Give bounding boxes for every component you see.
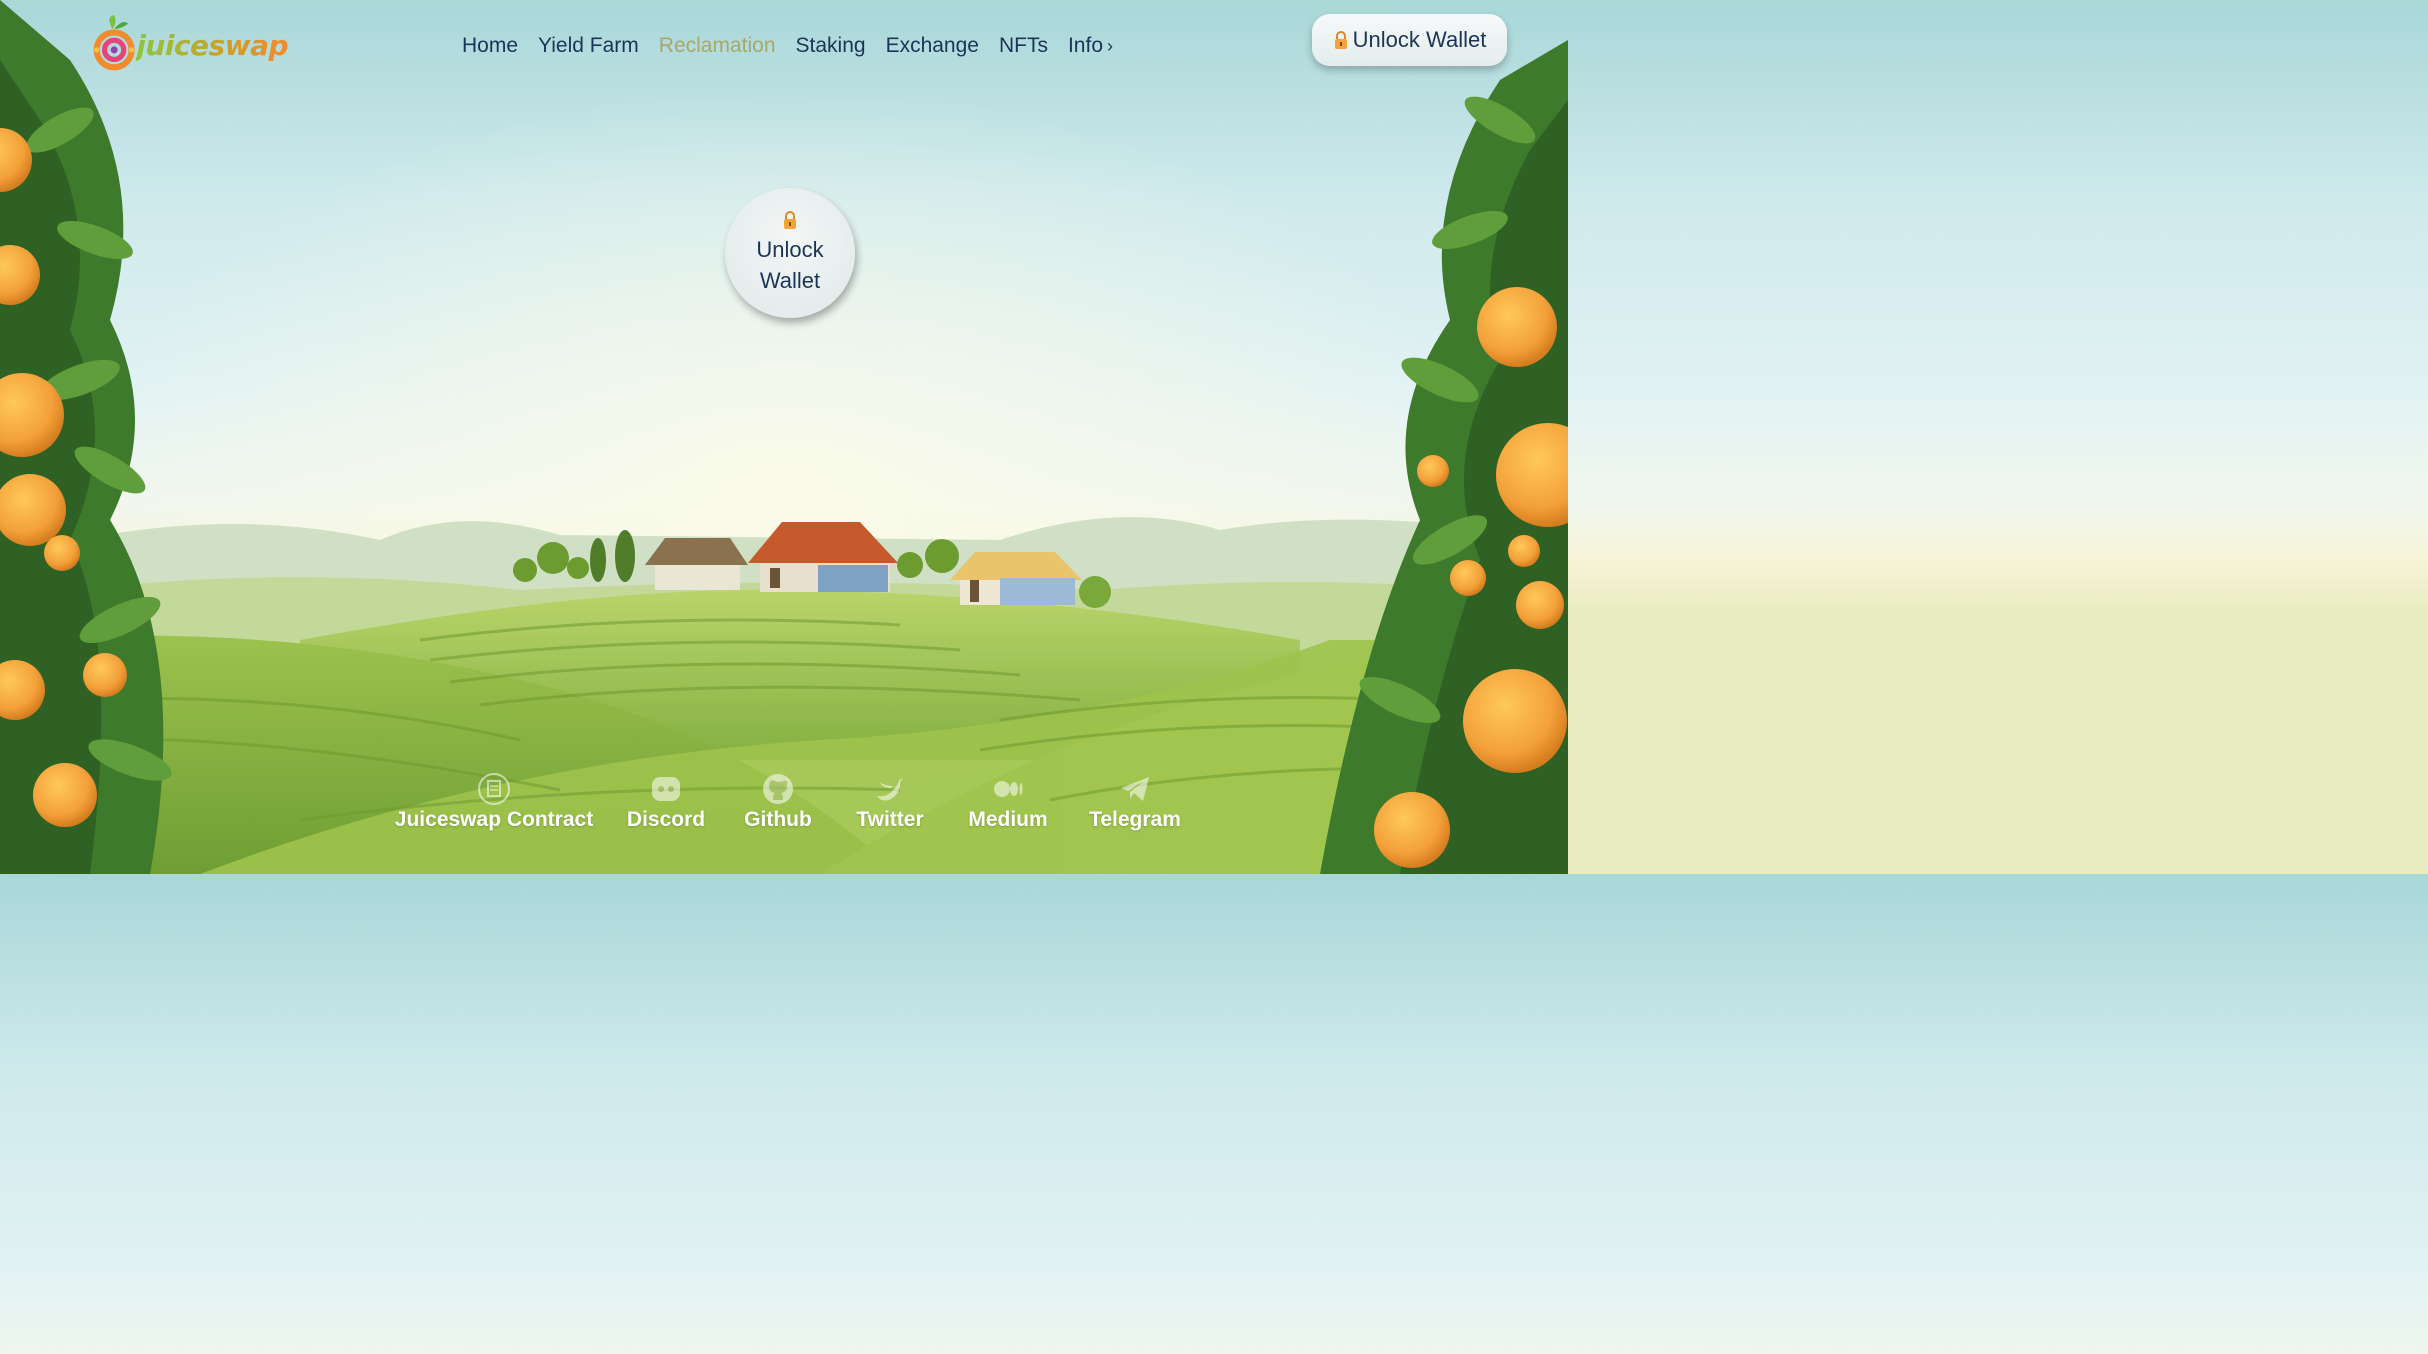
footer-link-telegram[interactable]: Telegram: [1089, 772, 1181, 832]
discord-icon: [652, 777, 680, 801]
lock-icon: [784, 211, 796, 229]
unlock-wallet-label: Unlock Wallet: [1352, 27, 1487, 52]
brand-name: juiceswap: [136, 28, 288, 62]
nav-home[interactable]: Home: [452, 30, 528, 62]
nav-nfts[interactable]: NFTs: [989, 30, 1058, 62]
unlock-wallet-circle-label: Unlock Wallet: [750, 234, 830, 296]
nav-yield-farm[interactable]: Yield Farm: [528, 30, 649, 62]
nav-info[interactable]: Info ›: [1058, 30, 1123, 62]
footer-link-github[interactable]: Github: [744, 772, 812, 832]
lock-icon: [1334, 31, 1347, 49]
farm-landscape-background: [0, 0, 1568, 874]
nav-staking[interactable]: Staking: [786, 30, 876, 62]
juiceswap-logo-icon: [93, 14, 135, 71]
footer-link-twitter[interactable]: Twitter: [853, 772, 927, 832]
footer-link-label: Discord: [626, 808, 706, 831]
footer-link-label: Twitter: [856, 808, 924, 831]
telegram-icon: [1121, 777, 1149, 801]
juiceswap-logo[interactable]: juiceswap: [88, 6, 288, 78]
nav-info-label: Info: [1067, 34, 1103, 57]
unlock-line-2: Wallet: [759, 268, 821, 293]
chevron-right-icon: ›: [1107, 36, 1113, 56]
main-nav: Home Yield Farm Reclamation Staking Exch…: [452, 30, 1123, 62]
nav-exchange[interactable]: Exchange: [876, 30, 989, 62]
footer-link-label: Github: [744, 808, 812, 831]
footer-link-contract[interactable]: Juiceswap Contract: [395, 772, 593, 832]
footer-link-label: Telegram: [1089, 808, 1181, 831]
medium-icon: [994, 781, 1023, 797]
twitter-icon: [877, 778, 903, 801]
footer-link-label: Medium: [968, 808, 1048, 831]
github-icon: [763, 774, 793, 804]
footer-link-label: Juiceswap Contract: [394, 808, 594, 831]
footer-link-discord[interactable]: Discord: [626, 772, 706, 832]
nav-reclamation[interactable]: Reclamation: [649, 30, 786, 62]
footer-link-medium[interactable]: Medium: [967, 772, 1049, 832]
unlock-wallet-button[interactable]: Unlock Wallet: [1312, 14, 1507, 66]
unlock-line-1: Unlock: [756, 237, 824, 262]
contract-icon: [478, 773, 510, 805]
unlock-wallet-circle-button[interactable]: Unlock Wallet: [725, 188, 855, 318]
